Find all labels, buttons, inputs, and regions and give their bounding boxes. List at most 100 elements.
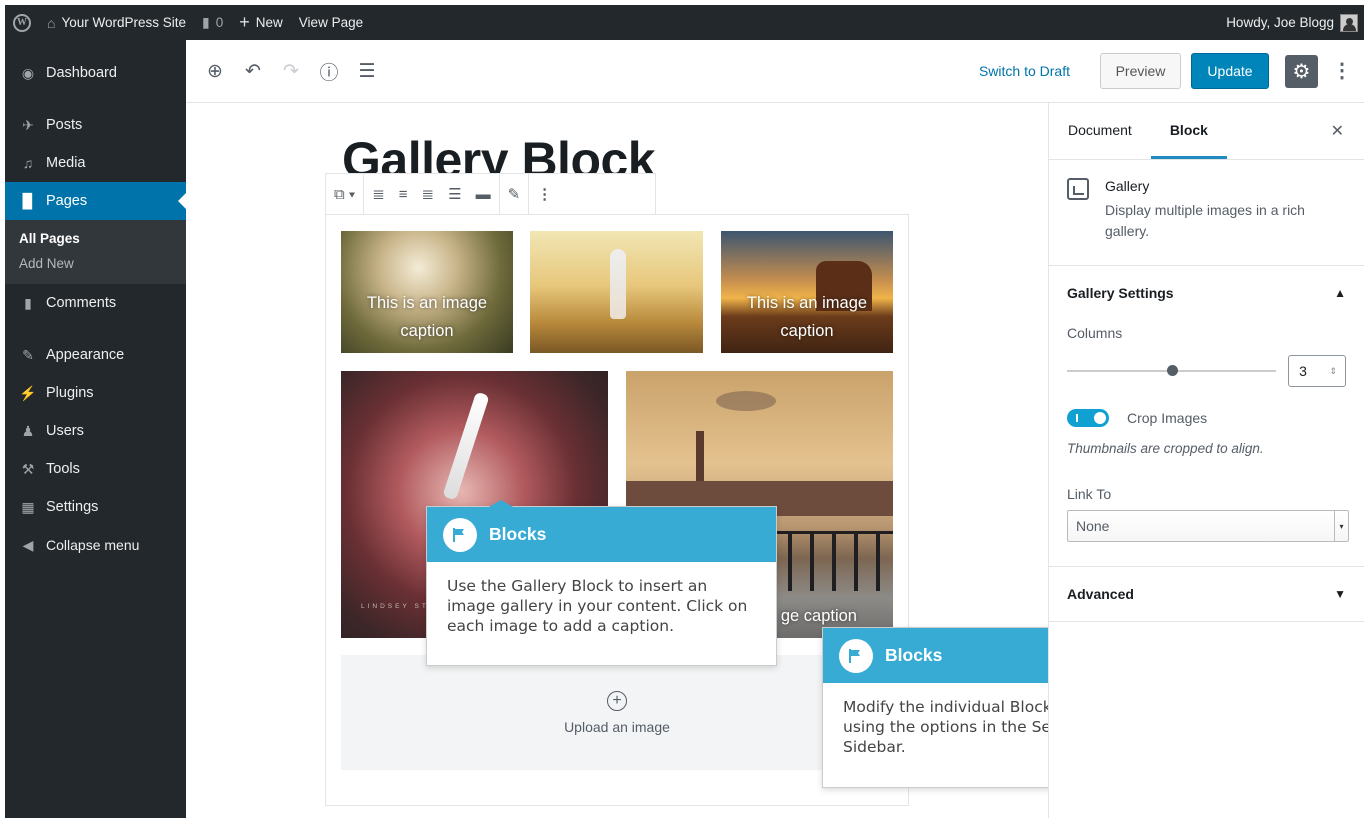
plus-icon: + bbox=[239, 12, 250, 32]
comments-count: 0 bbox=[215, 15, 224, 30]
more-menu-icon[interactable]: ⋮ bbox=[1332, 61, 1352, 81]
sidebar-item-label: Appearance bbox=[46, 347, 125, 363]
image-figure bbox=[610, 249, 626, 319]
collapse-menu-button[interactable]: ◀ Collapse menu bbox=[5, 526, 186, 564]
avatar bbox=[1340, 13, 1358, 32]
pages-icon: ▉ bbox=[22, 192, 34, 209]
view-page-label: View Page bbox=[298, 15, 364, 30]
sidebar-item-pages[interactable]: ▉ Pages bbox=[5, 182, 186, 220]
wrench-icon: ⚒ bbox=[21, 460, 35, 477]
sidebar-item-label: Plugins bbox=[46, 385, 94, 401]
tab-document[interactable]: Document bbox=[1049, 103, 1151, 159]
image-caption[interactable]: This is an image caption bbox=[721, 289, 893, 345]
redo-icon[interactable]: ↷ bbox=[280, 60, 302, 83]
sidebar-item-posts[interactable]: ✈ Posts bbox=[5, 106, 186, 144]
admin-bar: W ⌂ Your WordPress Site ▮ 0 + New View Page… bbox=[5, 5, 1364, 40]
link-to-select[interactable]: None ▾ bbox=[1067, 510, 1349, 542]
submenu-add-new[interactable]: Add New bbox=[5, 251, 186, 276]
crop-images-toggle[interactable] bbox=[1067, 409, 1109, 427]
sidebar-item-label: Dashboard bbox=[46, 65, 117, 81]
block-name: Gallery bbox=[1105, 178, 1150, 194]
image-caption[interactable]: This is an image caption bbox=[341, 289, 513, 345]
sidebar-item-label: Comments bbox=[46, 295, 117, 311]
sidebar-item-settings[interactable]: ▦ Settings bbox=[5, 488, 186, 526]
new-content-link[interactable]: + New bbox=[231, 5, 291, 40]
home-icon: ⌂ bbox=[47, 14, 56, 31]
comment-icon: ▮ bbox=[24, 294, 32, 311]
block-more-icon[interactable]: ⋮ bbox=[537, 185, 552, 203]
block-card: Gallery Display multiple images in a ric… bbox=[1049, 160, 1364, 266]
gallery-image[interactable] bbox=[530, 231, 703, 353]
dashboard-icon: ◉ bbox=[21, 64, 35, 81]
chevron-down-icon: ▼ bbox=[1334, 587, 1346, 601]
outline-icon[interactable]: ☰ bbox=[356, 60, 378, 83]
chevron-up-icon: ▲ bbox=[1334, 286, 1346, 300]
tooltip-title: Blocks bbox=[489, 524, 547, 544]
undo-icon[interactable]: ↶ bbox=[242, 60, 264, 83]
upload-label: Upload an image bbox=[564, 718, 670, 735]
tooltip-title: Blocks bbox=[885, 645, 943, 665]
gallery-image[interactable]: This is an image caption bbox=[341, 231, 513, 353]
tooltip-body: Use the Gallery Block to insert an image… bbox=[447, 577, 748, 635]
upload-image-button[interactable]: + Upload an image bbox=[341, 655, 893, 770]
update-button[interactable]: Update bbox=[1191, 53, 1269, 89]
sidebar-item-users[interactable]: ♟ Users bbox=[5, 412, 186, 450]
advanced-panel: Advanced ▼ bbox=[1049, 567, 1364, 622]
sidebar-item-media[interactable]: ♫ Media bbox=[5, 144, 186, 182]
wordpress-logo-button[interactable]: W bbox=[5, 5, 39, 40]
info-icon[interactable]: ⓘ bbox=[318, 58, 340, 85]
sidebar-item-label: Collapse menu bbox=[46, 537, 140, 553]
sidebar-item-plugins[interactable]: ⚡ Plugins bbox=[5, 374, 186, 412]
columns-slider[interactable] bbox=[1067, 365, 1277, 376]
switch-to-draft-link[interactable]: Switch to Draft bbox=[979, 63, 1070, 79]
edit-pencil-icon[interactable]: ✎ bbox=[508, 185, 521, 203]
link-to-label: Link To bbox=[1067, 486, 1112, 502]
slider-thumb[interactable] bbox=[1166, 365, 1178, 376]
columns-number-input[interactable]: 3 ⇕ bbox=[1288, 355, 1346, 387]
block-toolbar: ⧉ ▾ ≣ ≡ ≣ ☰ ▬ ✎ ⋮ bbox=[325, 173, 656, 215]
block-switcher-icon[interactable]: ⧉ ▾ bbox=[334, 186, 355, 203]
preview-button[interactable]: Preview bbox=[1100, 53, 1181, 89]
tab-block[interactable]: Block bbox=[1150, 103, 1227, 159]
pages-submenu: All Pages Add New bbox=[5, 220, 186, 284]
sidebar-item-label: Users bbox=[46, 423, 84, 439]
gallery-settings-panel: Gallery Settings ▲ Columns 3 ⇕ Crop Imag… bbox=[1049, 266, 1364, 567]
plugin-icon: ⚡ bbox=[19, 384, 37, 401]
settings-tabs: Document Block ✕ bbox=[1049, 103, 1364, 160]
sidebar-item-tools[interactable]: ⚒ Tools bbox=[5, 450, 186, 488]
align-right-icon[interactable]: ≣ bbox=[422, 185, 435, 203]
sidebar-item-label: Pages bbox=[46, 193, 88, 209]
image-railing bbox=[766, 531, 893, 591]
account-menu[interactable]: Howdy, Joe Blogg bbox=[1226, 13, 1364, 32]
advanced-toggle[interactable]: Advanced ▼ bbox=[1049, 567, 1364, 621]
add-block-icon[interactable]: ⊕ bbox=[204, 60, 226, 83]
sidebar-item-appearance[interactable]: ✎ Appearance bbox=[5, 336, 186, 374]
settings-gear-icon[interactable]: ⚙ bbox=[1285, 54, 1318, 88]
panel-title: Advanced bbox=[1067, 586, 1134, 602]
editor-tools: ⊕ ↶ ↷ ⓘ ☰ bbox=[186, 58, 378, 85]
crop-images-label: Crop Images bbox=[1127, 410, 1208, 426]
plus-circle-icon: + bbox=[607, 690, 627, 711]
submenu-all-pages[interactable]: All Pages bbox=[5, 226, 186, 251]
sidebar-item-label: Posts bbox=[46, 117, 83, 133]
gallery-settings-toggle[interactable]: Gallery Settings ▲ bbox=[1049, 266, 1364, 320]
page-title[interactable]: Gallery Block bbox=[342, 127, 655, 175]
site-name-link[interactable]: ⌂ Your WordPress Site bbox=[39, 5, 194, 40]
align-center-icon[interactable]: ≡ bbox=[399, 186, 408, 203]
view-page-link[interactable]: View Page bbox=[291, 5, 371, 40]
image-dancer bbox=[442, 391, 490, 501]
settings-sidebar: Document Block ✕ Gallery Display multipl… bbox=[1048, 103, 1364, 818]
users-icon: ♟ bbox=[21, 422, 35, 439]
gallery-image[interactable]: This is an image caption bbox=[721, 231, 893, 353]
align-full-icon[interactable]: ▬ bbox=[476, 186, 491, 203]
image-cloud bbox=[716, 391, 776, 411]
sidebar-item-dashboard[interactable]: ◉ Dashboard bbox=[5, 54, 186, 92]
new-label: New bbox=[255, 15, 283, 30]
close-icon[interactable]: ✕ bbox=[1331, 121, 1344, 141]
align-wide-icon[interactable]: ☰ bbox=[448, 185, 461, 203]
sidebar-item-comments[interactable]: ▮ Comments bbox=[5, 284, 186, 322]
comments-link[interactable]: ▮ 0 bbox=[194, 5, 231, 40]
gallery-icon bbox=[1067, 178, 1089, 200]
sidebar-item-label: Tools bbox=[46, 461, 80, 477]
align-left-icon[interactable]: ≣ bbox=[372, 185, 385, 203]
